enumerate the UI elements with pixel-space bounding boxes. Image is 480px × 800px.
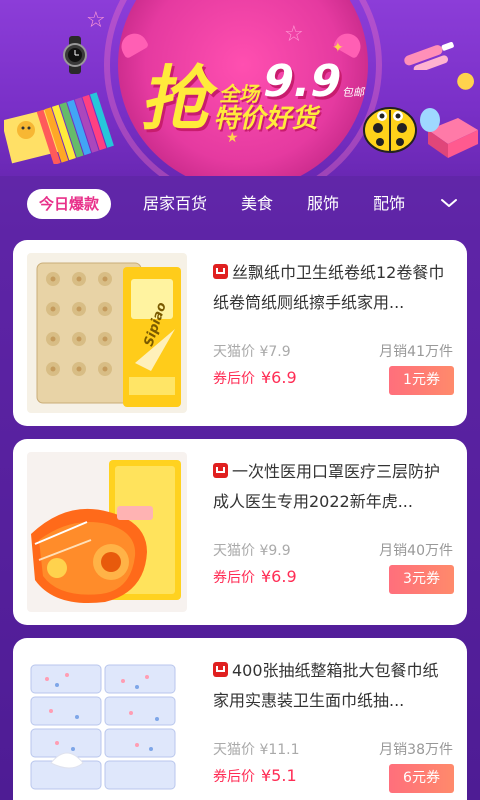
cosmetics-icon <box>404 42 454 70</box>
after-coupon-value: ¥6.9 <box>261 567 297 586</box>
product-image[interactable]: Sipiao <box>27 253 187 413</box>
product-title[interactable]: 一次性医用口罩医疗三层防护成人医生专用2022新年虎... <box>213 457 453 517</box>
tab-clothing[interactable]: 服饰 <box>307 189 339 219</box>
product-card[interactable]: 一次性医用口罩医疗三层防护成人医生专用2022新年虎... 天猫价 ¥9.9 月… <box>13 439 467 625</box>
after-coupon-value: ¥6.9 <box>261 368 297 387</box>
after-coupon-price: 券后价 ¥5.1 <box>213 766 297 786</box>
toilet-paper-image <box>27 253 187 413</box>
chevron-down-icon[interactable] <box>440 194 458 212</box>
star-icon: ☆ <box>86 8 106 33</box>
face-mask-image <box>27 452 187 612</box>
watch-icon <box>63 36 87 74</box>
tmall-price: 天猫价 ¥11.1 <box>213 742 300 758</box>
tab-home-goods[interactable]: 居家百货 <box>143 189 207 219</box>
tmall-icon <box>213 662 228 677</box>
star-icon: ☆ <box>284 22 304 47</box>
banner-subtitle: 特价好货 <box>212 104 323 134</box>
after-coupon-price: 券后价 ¥6.9 <box>213 567 297 587</box>
star-icon: ● <box>456 68 476 93</box>
banner-big-char: 抢 <box>136 58 225 140</box>
tab-today-hot[interactable]: 今日爆款 <box>27 189 112 219</box>
product-image[interactable] <box>27 452 187 612</box>
coupon-button[interactable]: 3元券 <box>389 565 454 594</box>
banner-price: 9.9 <box>257 56 347 107</box>
product-card[interactable]: Sipiao 丝飘纸巾卫生纸卷纸12卷餐巾纸卷筒纸厕纸擦手纸家用... 天猫价 … <box>13 240 467 426</box>
banner-quanchang: 全场 <box>218 82 264 106</box>
tmall-price: 天猫价 ¥7.9 <box>213 344 291 360</box>
after-coupon-label: 券后价 <box>213 769 255 785</box>
product-title[interactable]: 400张抽纸整箱批大包餐巾纸家用实惠装卫生面巾纸抽... <box>213 656 453 716</box>
tmall-price: 天猫价 ¥9.9 <box>213 543 291 559</box>
tab-food[interactable]: 美食 <box>241 189 273 219</box>
monthly-sales: 月销38万件 <box>379 742 453 758</box>
product-image[interactable] <box>27 651 187 800</box>
sparkle-icon: ✦ <box>332 40 344 56</box>
tissue-packs-image <box>27 651 187 800</box>
product-title[interactable]: 丝飘纸巾卫生纸卷纸12卷餐巾纸卷筒纸厕纸擦手纸家用... <box>213 258 453 318</box>
coupon-button[interactable]: 1元券 <box>389 366 454 395</box>
after-coupon-price: 券后价 ¥6.9 <box>213 368 297 388</box>
tmall-icon <box>213 264 228 279</box>
gift-box-icon <box>4 92 114 164</box>
after-coupon-value: ¥5.1 <box>261 766 297 785</box>
banner-headline: 抢 全场 9.9 包邮 特价好货 <box>136 56 372 140</box>
gift-box-icon <box>420 108 478 158</box>
coupon-button[interactable]: 6元券 <box>389 764 454 793</box>
category-tabs: 今日爆款 居家百货 美食 服饰 配饰 <box>0 176 480 232</box>
product-title-text: 一次性医用口罩医疗三层防护成人医生专用2022新年虎... <box>213 462 441 511</box>
tab-accessories[interactable]: 配饰 <box>373 189 405 219</box>
ladybug-toy-icon <box>363 107 417 153</box>
product-title-text: 丝飘纸巾卫生纸卷纸12卷餐巾纸卷筒纸厕纸擦手纸家用... <box>213 263 445 312</box>
product-card[interactable]: 400张抽纸整箱批大包餐巾纸家用实惠装卫生面巾纸抽... 天猫价 ¥11.1 月… <box>13 638 467 800</box>
monthly-sales: 月销40万件 <box>379 543 453 559</box>
monthly-sales: 月销41万件 <box>379 344 453 360</box>
after-coupon-label: 券后价 <box>213 371 255 387</box>
promo-banner[interactable]: ☆ ☆ ★ ● ✦ 抢 全场 9.9 包邮 特价好货 <box>0 0 480 176</box>
product-title-text: 400张抽纸整箱批大包餐巾纸家用实惠装卫生面巾纸抽... <box>213 661 439 710</box>
tmall-icon <box>213 463 228 478</box>
after-coupon-label: 券后价 <box>213 570 255 586</box>
banner-free-shipping: 包邮 <box>341 86 367 99</box>
